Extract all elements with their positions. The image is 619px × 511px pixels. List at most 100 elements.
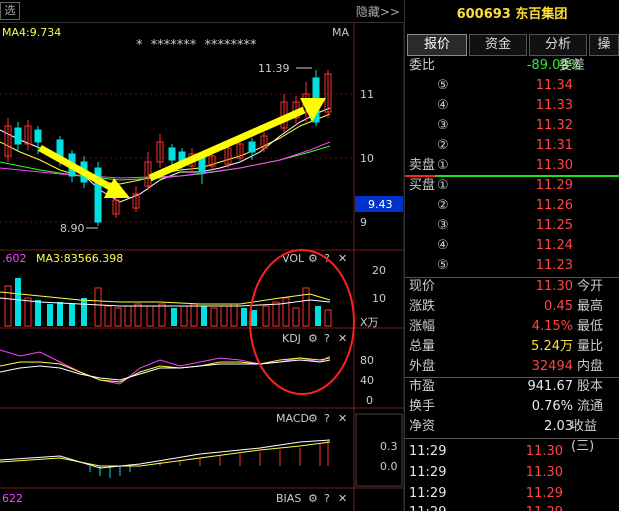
tick-row: 11:29 11.29 [405, 502, 619, 511]
level-index: ② [437, 198, 449, 213]
stat-row: 市盈 941.67 股本 [405, 377, 619, 397]
buy-label: 买盘 [409, 178, 436, 193]
close-icon[interactable]: ✕ [338, 332, 347, 345]
macd-histogram [159, 440, 329, 466]
stat-value: 0.45 [544, 299, 573, 314]
level-price: 11.23 [535, 258, 573, 273]
price-axis-label: 11 [360, 88, 374, 101]
tick-time: 11:29 [409, 502, 446, 511]
settings-icon[interactable]: ⚙ [308, 412, 318, 425]
settings-icon[interactable]: ⚙ [308, 252, 318, 265]
level-price: 11.34 [535, 78, 573, 93]
tab-quote[interactable]: 报价 [407, 34, 467, 56]
macd-axis-label: 0.0 [380, 460, 398, 473]
sell-level-row[interactable]: ② 11.31 [405, 136, 619, 156]
stat-value: 2.03 [544, 419, 573, 434]
current-price-value: 9.43 [368, 198, 393, 211]
stat-label-right: 内盘 [577, 359, 604, 374]
sell-level-row[interactable]: ⑤ 11.34 [405, 76, 619, 96]
stat-label: 涨跌 [409, 299, 436, 314]
trend-arrow-up [148, 98, 326, 182]
tick-row: 11:29 11.30 [405, 441, 619, 462]
stat-label: 换手 [409, 399, 436, 414]
help-icon[interactable]: ? [324, 332, 330, 345]
sell-level-row[interactable]: ③ 11.32 [405, 116, 619, 136]
stock-header: 600693 东百集团 [405, 0, 619, 32]
stat-row: 总量 5.24万 量比 [405, 337, 619, 357]
stat-label: 外盘 [409, 359, 436, 374]
level-index: ① [437, 178, 449, 193]
help-icon[interactable]: ? [324, 492, 330, 505]
low-price-label: 8.90 [60, 222, 85, 235]
stat-label: 净资 [409, 419, 436, 434]
bias-panel-title: BIAS [276, 492, 301, 505]
buy-level-row[interactable]: ② 11.26 [405, 196, 619, 216]
level-price: 11.26 [535, 198, 573, 213]
vol-ma3-label: MA3:83566.398 [36, 252, 123, 265]
level-index: ⑤ [437, 258, 449, 273]
tick-price: 11.30 [525, 444, 563, 459]
stat-value: 5.24万 [531, 339, 573, 354]
bias-value: 622 [2, 492, 23, 505]
kline-chart-area[interactable]: MA4:9.734 MA * ******* ******** 11 10 9 … [0, 22, 404, 511]
highlight-circle [249, 249, 355, 395]
stat-label-right: 量比 [577, 339, 604, 354]
level-price: 11.24 [535, 238, 573, 253]
settings-icon[interactable]: ⚙ [308, 492, 318, 505]
weibi-row: 委比 -89.09% 委差 [405, 56, 619, 76]
level-index: ⑤ [437, 78, 449, 93]
tick-row: 11:29 11.30 [405, 462, 619, 483]
tab-operate[interactable]: 操 [589, 34, 619, 56]
close-icon[interactable]: ✕ [338, 252, 347, 265]
stat-row: 涨跌 0.45 最高 [405, 297, 619, 317]
macd-axis-label: 0.3 [380, 440, 398, 453]
sell-level-row[interactable]: 卖盘 ① 11.30 [405, 156, 619, 176]
tick-price: 11.30 [525, 465, 563, 480]
help-icon[interactable]: ? [324, 412, 330, 425]
ma-right-label: MA [332, 26, 349, 39]
tick-row: 11:29 11.29 [405, 483, 619, 504]
tick-time: 11:29 [409, 465, 447, 480]
level-index: ① [437, 158, 449, 173]
stat-label-right: 最低 [577, 319, 604, 334]
sell-label: 卖盘 [409, 158, 436, 173]
candlesticks [4, 70, 332, 226]
vol-axis-label: 20 [372, 264, 386, 277]
tab-funds[interactable]: 资金 [469, 34, 527, 56]
tick-price: 11.29 [525, 486, 563, 501]
stat-row: 涨幅 4.15% 最低 [405, 317, 619, 337]
buy-level-row[interactable]: ③ 11.25 [405, 216, 619, 236]
sell-level-row[interactable]: ④ 11.33 [405, 96, 619, 116]
stat-label-right: 流通 [577, 399, 604, 414]
level-price: 11.31 [535, 138, 573, 153]
quote-tabs: 报价 资金 分析 操 [405, 34, 619, 56]
ma-label: MA4:9.734 [2, 26, 61, 39]
tick-time: 11:29 [409, 444, 447, 459]
stat-value: 11.30 [535, 279, 573, 294]
kdj-panel-title: KDJ [282, 332, 301, 345]
stat-value: 4.15% [531, 319, 573, 334]
buy-level-row[interactable]: ④ 11.24 [405, 236, 619, 256]
stat-label-right: 最高 [577, 299, 604, 314]
close-icon[interactable]: ✕ [338, 492, 347, 505]
stat-label: 涨幅 [409, 319, 436, 334]
level-price: 11.30 [535, 158, 573, 173]
buy-level-row[interactable]: 买盘 ① 11.29 [405, 176, 619, 196]
settings-icon[interactable]: ⚙ [308, 332, 318, 345]
hide-panel-button[interactable]: 隐藏>> [356, 3, 400, 20]
kdj-axis-label: 40 [360, 374, 374, 387]
close-icon[interactable]: ✕ [338, 412, 347, 425]
stat-row: 换手 0.76% 流通 [405, 397, 619, 417]
signal-stars: * ******* ******** [136, 38, 257, 53]
level-index: ④ [437, 238, 449, 253]
buy-level-row[interactable]: ⑤ 11.23 [405, 256, 619, 276]
stat-label: 市盈 [409, 379, 436, 394]
level-index: ③ [437, 118, 449, 133]
level-index: ② [437, 138, 449, 153]
macd-histogram [89, 466, 131, 478]
period-tab[interactable]: 选 [0, 2, 20, 20]
level-price: 11.32 [535, 118, 573, 133]
section-divider [405, 438, 619, 439]
tab-analysis[interactable]: 分析 [529, 34, 587, 56]
stat-row: 现价 11.30 今开 [405, 277, 619, 297]
